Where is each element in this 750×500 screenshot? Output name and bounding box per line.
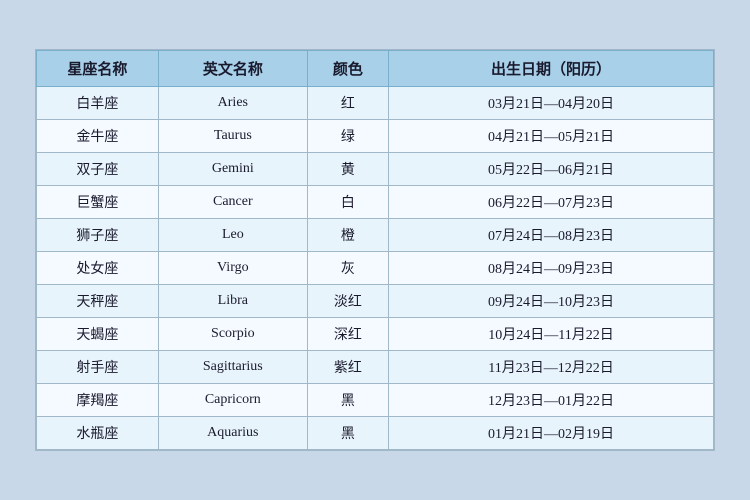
cell-english: Capricorn (158, 384, 307, 417)
cell-chinese: 处女座 (37, 252, 159, 285)
header-date: 出生日期（阳历） (389, 51, 714, 87)
cell-english: Cancer (158, 186, 307, 219)
cell-color: 橙 (307, 219, 388, 252)
table-row: 天蝎座Scorpio深红10月24日—11月22日 (37, 318, 714, 351)
cell-date: 12月23日—01月22日 (389, 384, 714, 417)
cell-chinese: 白羊座 (37, 87, 159, 120)
cell-chinese: 摩羯座 (37, 384, 159, 417)
table-row: 狮子座Leo橙07月24日—08月23日 (37, 219, 714, 252)
table-row: 天秤座Libra淡红09月24日—10月23日 (37, 285, 714, 318)
cell-color: 绿 (307, 120, 388, 153)
cell-date: 04月21日—05月21日 (389, 120, 714, 153)
cell-color: 黄 (307, 153, 388, 186)
table-header-row: 星座名称 英文名称 颜色 出生日期（阳历） (37, 51, 714, 87)
cell-color: 淡红 (307, 285, 388, 318)
table-row: 双子座Gemini黄05月22日—06月21日 (37, 153, 714, 186)
cell-chinese: 天秤座 (37, 285, 159, 318)
zodiac-table: 星座名称 英文名称 颜色 出生日期（阳历） 白羊座Aries红03月21日—04… (36, 50, 714, 450)
cell-date: 10月24日—11月22日 (389, 318, 714, 351)
cell-english: Taurus (158, 120, 307, 153)
cell-english: Virgo (158, 252, 307, 285)
cell-english: Aquarius (158, 417, 307, 450)
cell-color: 黑 (307, 417, 388, 450)
cell-english: Sagittarius (158, 351, 307, 384)
table-row: 金牛座Taurus绿04月21日—05月21日 (37, 120, 714, 153)
cell-english: Gemini (158, 153, 307, 186)
header-chinese: 星座名称 (37, 51, 159, 87)
table-row: 巨蟹座Cancer白06月22日—07月23日 (37, 186, 714, 219)
cell-english: Libra (158, 285, 307, 318)
cell-chinese: 射手座 (37, 351, 159, 384)
header-english: 英文名称 (158, 51, 307, 87)
cell-chinese: 双子座 (37, 153, 159, 186)
zodiac-table-container: 星座名称 英文名称 颜色 出生日期（阳历） 白羊座Aries红03月21日—04… (35, 49, 715, 451)
cell-date: 05月22日—06月21日 (389, 153, 714, 186)
table-row: 白羊座Aries红03月21日—04月20日 (37, 87, 714, 120)
cell-english: Scorpio (158, 318, 307, 351)
table-body: 白羊座Aries红03月21日—04月20日金牛座Taurus绿04月21日—0… (37, 87, 714, 450)
cell-color: 红 (307, 87, 388, 120)
cell-date: 03月21日—04月20日 (389, 87, 714, 120)
cell-date: 09月24日—10月23日 (389, 285, 714, 318)
cell-english: Aries (158, 87, 307, 120)
cell-chinese: 金牛座 (37, 120, 159, 153)
cell-date: 11月23日—12月22日 (389, 351, 714, 384)
cell-date: 06月22日—07月23日 (389, 186, 714, 219)
cell-chinese: 天蝎座 (37, 318, 159, 351)
cell-color: 紫红 (307, 351, 388, 384)
table-row: 水瓶座Aquarius黑01月21日—02月19日 (37, 417, 714, 450)
table-row: 射手座Sagittarius紫红11月23日—12月22日 (37, 351, 714, 384)
cell-color: 灰 (307, 252, 388, 285)
table-row: 摩羯座Capricorn黑12月23日—01月22日 (37, 384, 714, 417)
cell-date: 01月21日—02月19日 (389, 417, 714, 450)
cell-color: 深红 (307, 318, 388, 351)
cell-chinese: 狮子座 (37, 219, 159, 252)
cell-color: 黑 (307, 384, 388, 417)
cell-date: 07月24日—08月23日 (389, 219, 714, 252)
cell-color: 白 (307, 186, 388, 219)
cell-chinese: 巨蟹座 (37, 186, 159, 219)
header-color: 颜色 (307, 51, 388, 87)
cell-date: 08月24日—09月23日 (389, 252, 714, 285)
table-row: 处女座Virgo灰08月24日—09月23日 (37, 252, 714, 285)
cell-chinese: 水瓶座 (37, 417, 159, 450)
cell-english: Leo (158, 219, 307, 252)
